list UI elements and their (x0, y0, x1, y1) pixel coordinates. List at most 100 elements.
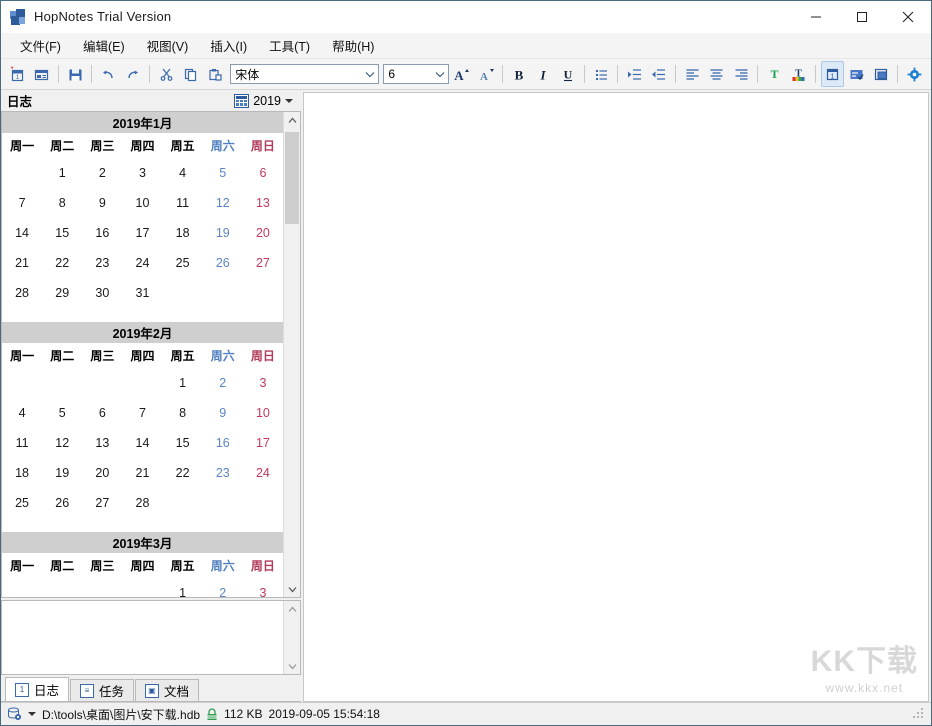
new-entry-button[interactable]: 1 * (6, 61, 28, 87)
calendar-day[interactable]: 17 (122, 218, 162, 248)
minimize-button[interactable] (793, 1, 839, 32)
calendar-day[interactable]: 2 (203, 578, 243, 597)
align-right-button[interactable] (730, 61, 752, 87)
calendar-day[interactable]: 15 (42, 218, 82, 248)
calendar-day[interactable]: 14 (122, 428, 162, 458)
scroll-up-arrow-icon[interactable] (284, 112, 300, 128)
calendar-day[interactable]: 4 (2, 398, 42, 428)
calendar-icon[interactable] (234, 94, 249, 108)
calendar-scrollbar[interactable] (283, 112, 300, 597)
grow-font-button[interactable]: A (450, 61, 472, 87)
calendar-day[interactable]: 12 (203, 188, 243, 218)
align-left-button[interactable] (681, 61, 703, 87)
tab-document[interactable]: ▣文档 (135, 679, 199, 701)
calendar-day[interactable]: 23 (82, 248, 122, 278)
calendar-day[interactable]: 20 (243, 218, 283, 248)
calendar-day[interactable]: 7 (122, 398, 162, 428)
calendar-day[interactable]: 2 (82, 158, 122, 188)
calendar-day[interactable]: 1 (163, 578, 203, 597)
calendar-day[interactable]: 27 (82, 488, 122, 518)
calendar-day[interactable]: 27 (243, 248, 283, 278)
calendar-day[interactable]: 28 (2, 278, 42, 308)
note-editor[interactable]: KK下载 www.kkx.net (303, 92, 929, 702)
document-panel-button[interactable] (870, 61, 892, 87)
calendar-day[interactable]: 12 (42, 428, 82, 458)
highlight-color-button[interactable]: T (788, 61, 810, 87)
calendar-day[interactable]: 9 (203, 398, 243, 428)
bold-button[interactable]: B (508, 61, 530, 87)
calendar-day[interactable]: 1 (163, 368, 203, 398)
calendar-day[interactable]: 16 (203, 428, 243, 458)
underline-button[interactable]: U (557, 61, 579, 87)
tab-diary[interactable]: 1日志 (5, 677, 69, 701)
calendar-day[interactable]: 7 (2, 188, 42, 218)
calendar-day[interactable]: 29 (42, 278, 82, 308)
chevron-down-icon[interactable] (285, 99, 293, 103)
close-button[interactable] (885, 1, 931, 32)
scroll-down-arrow-icon[interactable] (284, 658, 300, 674)
calendar-day[interactable]: 22 (163, 458, 203, 488)
calendar-day[interactable]: 3 (122, 158, 162, 188)
calendar-day[interactable]: 6 (82, 398, 122, 428)
calendar-day[interactable]: 3 (243, 578, 283, 597)
calendar-day[interactable]: 17 (243, 428, 283, 458)
calendar-day[interactable]: 25 (163, 248, 203, 278)
resize-grip[interactable] (913, 708, 925, 720)
font-size-select[interactable]: 6 (383, 64, 448, 84)
menu-edit[interactable]: 编辑(E) (72, 33, 136, 58)
calendar-day[interactable]: 13 (82, 428, 122, 458)
diary-panel-button[interactable]: 1 (821, 61, 843, 87)
calendar-day[interactable]: 10 (243, 398, 283, 428)
calendar-day[interactable]: 28 (122, 488, 162, 518)
save-button[interactable] (64, 61, 86, 87)
calendar-day[interactable]: 21 (122, 458, 162, 488)
calendar-day[interactable]: 6 (243, 158, 283, 188)
calendar-scroll-thumb[interactable] (285, 132, 299, 224)
scroll-down-arrow-icon[interactable] (284, 581, 300, 597)
menu-file[interactable]: 文件(F) (9, 33, 72, 58)
menu-view[interactable]: 视图(V) (136, 33, 200, 58)
calendar-scroll-track[interactable] (284, 128, 300, 581)
decrease-indent-button[interactable] (648, 61, 670, 87)
year-selector-value[interactable]: 2019 (253, 94, 281, 108)
calendar-day[interactable]: 14 (2, 218, 42, 248)
calendar-day[interactable]: 4 (163, 158, 203, 188)
italic-button[interactable]: I (532, 61, 554, 87)
calendar-day[interactable]: 19 (42, 458, 82, 488)
calendar-day[interactable]: 25 (2, 488, 42, 518)
calendar-day[interactable]: 2 (203, 368, 243, 398)
task-panel-button[interactable] (846, 61, 868, 87)
calendar-day[interactable]: 30 (82, 278, 122, 308)
maximize-button[interactable] (839, 1, 885, 32)
calendar-day[interactable]: 20 (82, 458, 122, 488)
calendar-day[interactable]: 11 (2, 428, 42, 458)
entry-list-body[interactable] (2, 601, 283, 674)
menu-tools[interactable]: 工具(T) (258, 33, 321, 58)
increase-indent-button[interactable] (623, 61, 645, 87)
calendar-day[interactable]: 1 (42, 158, 82, 188)
menu-insert[interactable]: 插入(I) (199, 33, 258, 58)
calendar-day[interactable]: 15 (163, 428, 203, 458)
calendar-day[interactable]: 18 (2, 458, 42, 488)
calendar-day[interactable]: 23 (203, 458, 243, 488)
calendar-day[interactable]: 26 (203, 248, 243, 278)
paste-button[interactable] (204, 61, 226, 87)
calendar-day[interactable]: 31 (122, 278, 162, 308)
cut-button[interactable] (155, 61, 177, 87)
align-center-button[interactable] (705, 61, 727, 87)
calendar-day[interactable]: 24 (122, 248, 162, 278)
copy-button[interactable] (179, 61, 201, 87)
calendar-day[interactable]: 26 (42, 488, 82, 518)
font-family-select[interactable]: 宋体 (230, 64, 379, 84)
calendar-day[interactable]: 11 (163, 188, 203, 218)
database-icon[interactable] (7, 707, 22, 721)
gear-icon[interactable] (903, 61, 925, 87)
calendar-day[interactable]: 24 (243, 458, 283, 488)
calendar-day[interactable]: 16 (82, 218, 122, 248)
entry-list-scroll-track[interactable] (284, 617, 300, 658)
menu-help[interactable]: 帮助(H) (321, 33, 385, 58)
calendar-day[interactable]: 10 (122, 188, 162, 218)
scroll-up-arrow-icon[interactable] (284, 601, 300, 617)
tab-task[interactable]: ≡任务 (70, 679, 134, 701)
calendar-day[interactable]: 22 (42, 248, 82, 278)
